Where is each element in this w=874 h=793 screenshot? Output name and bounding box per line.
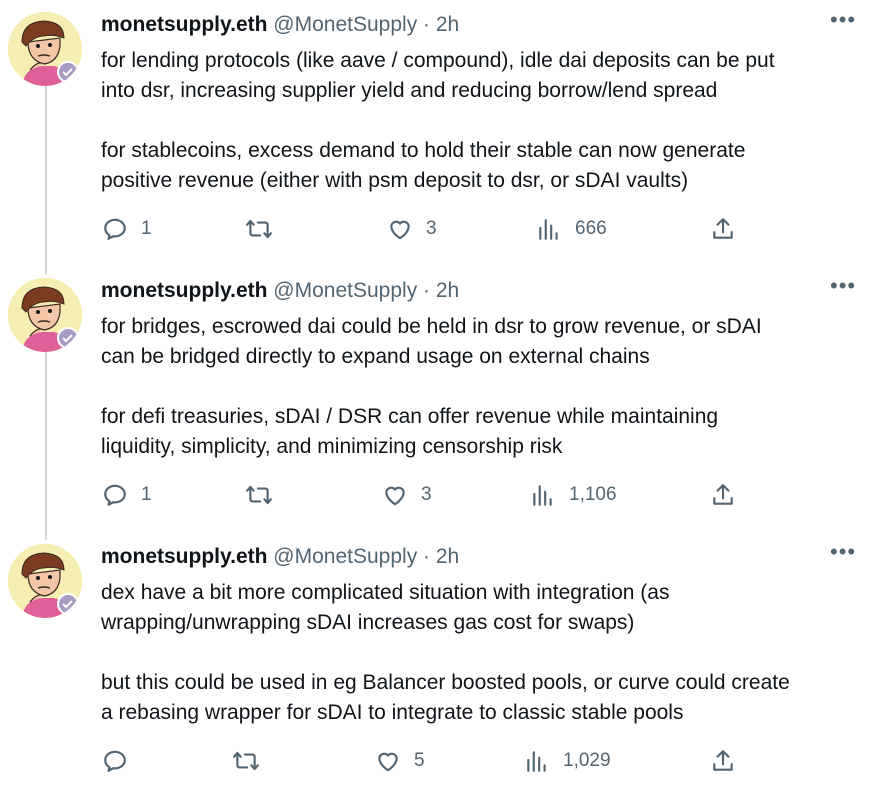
tweet-actions: 1 3 1,106 [101,478,761,512]
like-count: 5 [414,750,425,771]
more-icon[interactable]: ••• [830,9,862,34]
tweet-line: dex have a bit more complicated situatio… [101,581,670,604]
retweet-icon [232,747,260,775]
tweet-line: for bridges, escrowed dai could be held … [101,315,762,338]
like-count: 3 [421,484,432,505]
tweet-line: wrapping/unwrapping sDAI increases gas c… [101,611,635,634]
reply-count: 1 [141,218,152,239]
views-icon [523,747,551,775]
display-name[interactable]: monetsupply.eth [101,545,267,568]
tweet-line: liquidity, simplicity, and minimizing ce… [101,435,563,458]
tweet-line: a rebasing wrapper for sDAI to integrate… [101,701,684,724]
like-button[interactable]: 5 [374,744,425,778]
avatar[interactable] [8,278,82,352]
reply-icon [101,481,129,509]
share-button[interactable] [709,478,737,512]
tweet-line: into dsr, increasing supplier yield and … [101,79,718,102]
timestamp[interactable]: · 2h [423,13,459,36]
view-count: 1,106 [569,484,617,505]
share-icon [709,747,737,775]
view-count: 666 [575,218,607,239]
avatar[interactable] [8,544,82,618]
tweet[interactable]: monetsupply.eth @MonetSupply · 2h ••• de… [0,532,874,793]
display-name[interactable]: monetsupply.eth [101,279,267,302]
share-button[interactable] [709,744,737,778]
views-button[interactable]: 1,106 [529,478,617,512]
reply-count: 1 [141,484,152,505]
tweet-text: for bridges, escrowed dai could be held … [101,312,871,462]
tweet-text: for lending protocols (like aave / compo… [101,46,871,196]
reply-button[interactable] [101,744,141,778]
tweet-thread: monetsupply.eth @MonetSupply · 2h ••• fo… [0,0,874,793]
like-count: 3 [426,218,437,239]
reply-button[interactable]: 1 [101,212,152,246]
view-count: 1,029 [563,750,611,771]
user-handle[interactable]: @MonetSupply [273,545,417,568]
retweet-button[interactable] [245,478,285,512]
views-button[interactable]: 1,029 [523,744,611,778]
tweet-text: dex have a bit more complicated situatio… [101,578,871,728]
tweet-line: for defi treasuries, sDAI / DSR can offe… [101,405,719,428]
user-handle[interactable]: @MonetSupply [273,279,417,302]
views-icon [535,215,563,243]
display-name[interactable]: monetsupply.eth [101,13,267,36]
tweet-line: for lending protocols (like aave / compo… [101,49,775,72]
tweet-line: can be bridged directly to expand usage … [101,345,650,368]
more-icon[interactable]: ••• [830,275,862,300]
share-icon [709,481,737,509]
tweet-actions: 1 3 666 [101,212,761,246]
tweet[interactable]: monetsupply.eth @MonetSupply · 2h ••• fo… [0,0,874,266]
timestamp[interactable]: · 2h [423,279,459,302]
timestamp[interactable]: · 2h [423,545,459,568]
retweet-button[interactable] [232,744,272,778]
retweet-button[interactable] [245,212,285,246]
retweet-icon [245,215,273,243]
views-icon [529,481,557,509]
tweet-header: monetsupply.eth @MonetSupply · 2h [101,544,459,570]
tweet-actions: 5 1,029 [101,744,761,778]
share-button[interactable] [709,212,737,246]
reply-icon [101,747,129,775]
tweet-header: monetsupply.eth @MonetSupply · 2h [101,278,459,304]
like-icon [386,215,414,243]
tweet[interactable]: monetsupply.eth @MonetSupply · 2h ••• fo… [0,266,874,532]
tweet-line: but this could be used in eg Balancer bo… [101,671,790,694]
share-icon [709,215,737,243]
tweet-header: monetsupply.eth @MonetSupply · 2h [101,12,459,38]
reply-icon [101,215,129,243]
user-handle[interactable]: @MonetSupply [273,13,417,36]
like-icon [374,747,402,775]
more-icon[interactable]: ••• [830,541,862,566]
views-button[interactable]: 666 [535,212,607,246]
tweet-line: positive revenue (either with psm deposi… [101,169,689,192]
tweet-line: for stablecoins, excess demand to hold t… [101,139,746,162]
reply-button[interactable]: 1 [101,478,152,512]
like-button[interactable]: 3 [386,212,437,246]
retweet-icon [245,481,273,509]
like-button[interactable]: 3 [381,478,432,512]
like-icon [381,481,409,509]
avatar[interactable] [8,12,82,86]
